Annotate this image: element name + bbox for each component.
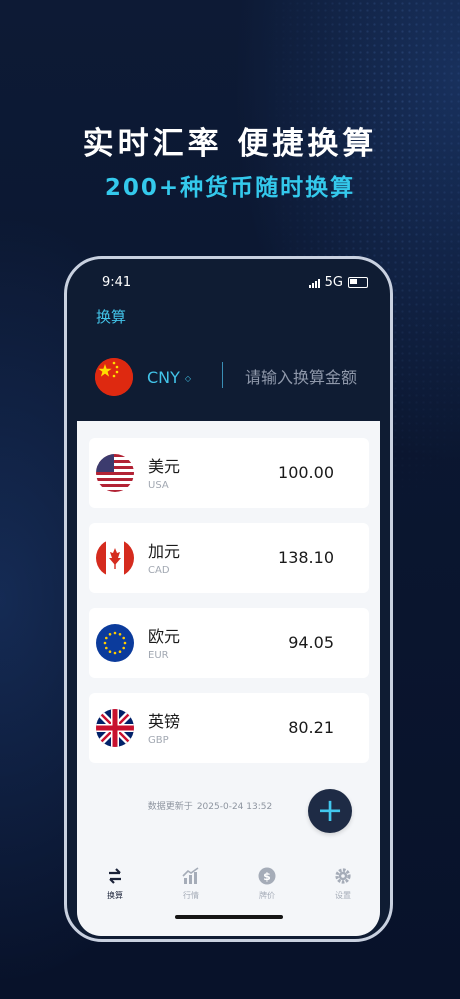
- dollar-coin-icon: $: [237, 865, 297, 887]
- currency-code: CAD: [148, 565, 170, 576]
- base-currency-row: CNY ◇: [67, 354, 390, 399]
- update-time: 2025-0-24 13:52: [196, 802, 273, 812]
- nav-item-convert[interactable]: 换算: [85, 865, 145, 901]
- currency-value: 138.10: [278, 548, 334, 567]
- promo-headline: 实时汇率 便捷换算: [82, 126, 378, 162]
- svg-text:$: $: [263, 870, 271, 883]
- currency-code: GBP: [148, 735, 169, 746]
- nav-label: 牌价: [259, 891, 275, 900]
- currency-card-eur[interactable]: 欧元 EUR 94.05: [89, 608, 369, 678]
- divider: [222, 362, 223, 388]
- phone-frame: 9:41 5G 换算 CNY ◇ 请输入换算金额 美元 USA 100.00 加…: [64, 256, 393, 942]
- nav-item-settings[interactable]: 设置: [313, 865, 373, 901]
- network-label: 5G: [324, 275, 343, 290]
- chevron-updown-icon: ◇: [184, 374, 192, 383]
- currency-card-usd[interactable]: 美元 USA 100.00: [89, 438, 369, 508]
- nav-item-rates[interactable]: $ 牌价: [237, 865, 297, 901]
- gear-icon: [313, 865, 373, 887]
- bottom-nav: 换算 行情 $ 牌价 设置: [77, 861, 380, 921]
- currency-value: 94.05: [288, 633, 334, 652]
- status-bar: 9:41 5G: [67, 273, 390, 293]
- amount-input[interactable]: [245, 366, 375, 388]
- status-time: 9:41: [102, 275, 132, 290]
- add-currency-button[interactable]: +: [308, 789, 352, 833]
- battery-icon: [348, 277, 368, 288]
- currency-value: 80.21: [288, 718, 334, 737]
- nav-item-market[interactable]: 行情: [161, 865, 221, 901]
- nav-label: 换算: [107, 891, 123, 900]
- nav-label: 设置: [335, 891, 351, 900]
- base-currency-code: CNY: [147, 368, 180, 387]
- currency-name: 英镑: [148, 712, 181, 731]
- currency-code: USA: [148, 480, 169, 491]
- usa-flag-icon: [96, 454, 134, 492]
- currency-name: 美元: [148, 457, 181, 476]
- currency-card-gbp[interactable]: 英镑 GBP 80.21: [89, 693, 369, 763]
- currency-card-cad[interactable]: 加元 CAD 138.10: [89, 523, 369, 593]
- currency-code: EUR: [148, 650, 169, 661]
- signal-icon: [308, 278, 320, 288]
- exchange-arrows-icon: [85, 865, 145, 887]
- update-label: 数据更新于: [147, 802, 193, 812]
- currency-list: 美元 USA 100.00 加元 CAD 138.10 欧元 EUR 94.05…: [77, 421, 380, 936]
- nav-label: 行情: [183, 891, 199, 900]
- currency-name: 欧元: [148, 627, 181, 646]
- eu-flag-icon: [96, 624, 134, 662]
- currency-value: 100.00: [278, 463, 334, 482]
- canada-flag-icon: [96, 539, 134, 577]
- trend-chart-icon: [161, 865, 221, 887]
- home-indicator: [175, 915, 283, 919]
- page-title: 换算: [96, 308, 127, 326]
- china-flag-icon[interactable]: [95, 358, 133, 396]
- uk-flag-icon: [96, 709, 134, 747]
- currency-name: 加元: [148, 542, 181, 561]
- base-currency-selector[interactable]: CNY ◇: [147, 368, 191, 387]
- promo-subline: 200+种货币随时换算: [104, 175, 356, 201]
- update-timestamp: 数据更新于 2025-0-24 13:52: [77, 799, 347, 812]
